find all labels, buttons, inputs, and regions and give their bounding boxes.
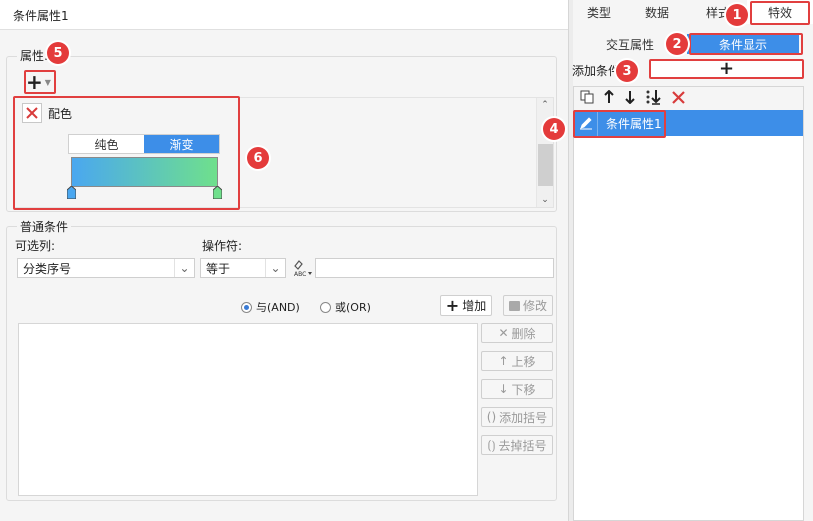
delete-icon: ✕ <box>498 326 509 340</box>
plus-icon: + <box>445 295 460 315</box>
chevron-down-icon[interactable]: ⌄ <box>265 259 285 277</box>
value-input[interactable] <box>315 258 554 278</box>
badge-1: 1 <box>726 4 748 26</box>
svg-text:ABC: ABC <box>294 271 306 278</box>
badge-4: 4 <box>543 118 565 140</box>
attr-scrollbar[interactable]: ⌃ ⌄ <box>536 98 553 207</box>
copy-icon[interactable] <box>580 90 594 107</box>
remove-bracket-label: 去掉括号 <box>498 438 547 453</box>
remove-bracket-button[interactable]: ⟮⟯ 去掉括号 <box>481 435 553 455</box>
column-select-value: 分类序号 <box>23 261 72 276</box>
operator-select[interactable]: 等于 ⌄ <box>200 258 286 278</box>
modify-button[interactable]: 修改 <box>503 295 553 316</box>
delete-button[interactable]: ✕ 删除 <box>481 323 553 343</box>
operator-select-value: 等于 <box>206 261 231 276</box>
add-condition-label: 添加条件 <box>572 64 621 78</box>
move-down-label: 下移 <box>511 382 536 397</box>
modify-button-label: 修改 <box>522 299 547 313</box>
panel-title: 条件属性1 <box>13 9 69 23</box>
condition-list[interactable] <box>18 323 478 496</box>
arrow-up-icon[interactable] <box>603 89 615 107</box>
highlight-color-item <box>13 96 240 210</box>
arrow-down-icon[interactable] <box>624 90 636 107</box>
scroll-thumb[interactable] <box>538 144 553 186</box>
arrow-up-icon: ↑ <box>498 354 509 368</box>
add-button-label: 增加 <box>462 299 487 313</box>
radio-and-label: 与(AND) <box>256 301 300 314</box>
column-label: 可选列: <box>15 239 56 253</box>
badge-2: 2 <box>666 33 688 55</box>
delete-x-icon[interactable] <box>672 90 685 107</box>
operator-label: 操作符: <box>202 239 243 253</box>
chevron-down-icon[interactable]: ⌄ <box>174 259 194 277</box>
highlight-condition-display <box>689 33 803 55</box>
move-up-button[interactable]: ↑ 上移 <box>481 351 553 371</box>
condition-list-panel <box>573 86 804 521</box>
left-title-bar: 条件属性1 <box>0 0 568 30</box>
radio-and-dot[interactable] <box>241 301 252 313</box>
radio-or[interactable]: 或(OR) <box>320 299 371 315</box>
tab-data[interactable]: 数据 <box>625 0 689 24</box>
badge-3: 3 <box>616 60 638 82</box>
remove-bracket-icon: ⟮⟯ <box>487 437 496 452</box>
add-condition-button[interactable]: + 增加 <box>440 295 492 316</box>
move-up-label: 上移 <box>511 354 536 369</box>
highlight-effects-tab <box>750 1 810 25</box>
highlight-list-item <box>573 110 666 138</box>
radio-or-dot[interactable] <box>320 301 331 313</box>
formula-icon[interactable]: ABC <box>291 258 313 278</box>
cond-legend: 普通条件 <box>17 218 72 235</box>
scroll-up-icon[interactable]: ⌃ <box>537 100 553 110</box>
arrow-down-icon: ↓ <box>498 382 509 396</box>
modify-icon <box>508 300 520 311</box>
add-bracket-label: 添加括号 <box>499 410 548 425</box>
badge-6: 6 <box>247 147 269 169</box>
column-select[interactable]: 分类序号 ⌄ <box>17 258 195 278</box>
move-bottom-icon[interactable] <box>645 89 663 108</box>
move-down-button[interactable]: ↓ 下移 <box>481 379 553 399</box>
tab-type[interactable]: 类型 <box>573 0 625 24</box>
bracket-icon: () <box>486 410 497 424</box>
radio-or-label: 或(OR) <box>335 301 371 314</box>
list-toolbar <box>574 87 803 111</box>
scroll-down-icon[interactable]: ⌄ <box>537 195 553 205</box>
highlight-add-condition <box>649 59 804 79</box>
badge-5: 5 <box>47 42 69 64</box>
highlight-add-attr <box>24 70 56 94</box>
add-bracket-button[interactable]: () 添加括号 <box>481 407 553 427</box>
attr-legend: 属性: <box>17 47 52 64</box>
delete-button-label: 删除 <box>511 326 536 341</box>
radio-and[interactable]: 与(AND) <box>241 299 300 315</box>
